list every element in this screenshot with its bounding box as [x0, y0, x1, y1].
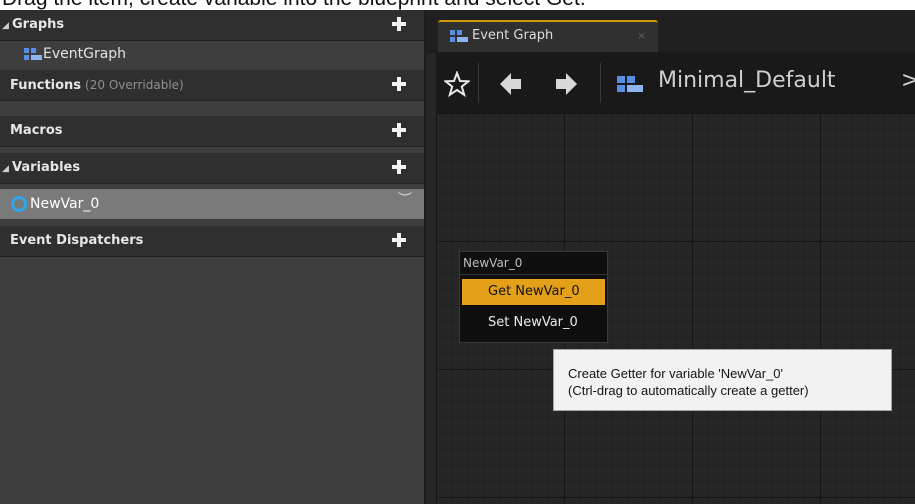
functions-section-header[interactable]: Functions (20 Overridable) — [0, 70, 424, 101]
add-event-dispatcher-button[interactable] — [392, 233, 406, 247]
back-arrow-icon[interactable] — [499, 72, 523, 96]
event-dispatchers-label: Event Dispatchers — [10, 233, 144, 248]
getter-tooltip: Create Getter for variable 'NewVar_0' (C… — [553, 349, 892, 411]
toolbar-separator — [478, 63, 479, 103]
instruction-caption: Drag the item, create variable into the … — [0, 0, 915, 10]
functions-label: Functions — [10, 78, 82, 93]
star-icon[interactable] — [444, 71, 470, 97]
macros-section-header[interactable]: Macros — [0, 116, 424, 147]
toolbar-separator — [600, 63, 601, 103]
tooltip-line-1: Create Getter for variable 'NewVar_0' — [568, 366, 783, 381]
tooltip-line-2: (Ctrl-drag to automatically create a get… — [568, 383, 809, 398]
chevron-down-icon[interactable]: ︶ — [398, 185, 412, 215]
collapse-triangle-icon: ◢ — [2, 164, 9, 174]
tab-event-graph[interactable]: Event Graph × — [438, 20, 658, 52]
tab-label: Event Graph — [472, 28, 554, 43]
variable-drop-menu: NewVar_0 Get NewVar_0 Set NewVar_0 — [459, 251, 608, 343]
add-function-button[interactable] — [392, 77, 406, 91]
tree-item-eventgraph[interactable]: EventGraph — [0, 41, 424, 67]
graph-toolbar: Minimal_Default > — [436, 53, 915, 113]
event-graph-icon — [24, 48, 42, 60]
add-variable-button[interactable] — [392, 160, 406, 174]
graphs-section-header[interactable]: ◢ Graphs — [0, 10, 424, 41]
menu-item-get[interactable]: Get NewVar_0 — [462, 279, 605, 305]
variable-item-newvar-0[interactable]: NewVar_0 ︶ — [0, 189, 424, 219]
forward-arrow-icon[interactable] — [554, 72, 578, 96]
add-macro-button[interactable] — [392, 123, 406, 137]
collapse-triangle-icon: ◢ — [2, 21, 9, 31]
graphs-label: Graphs — [12, 17, 65, 32]
tab-strip: Event Graph × — [426, 10, 915, 52]
my-blueprint-panel: ◢ Graphs EventGraph Functions (20 Overrida… — [0, 10, 426, 504]
event-graph-icon — [450, 30, 468, 42]
editor-frame — [426, 53, 436, 504]
variables-section-header[interactable]: ◢ Variables — [0, 153, 424, 184]
overridable-count: (20 Overridable) — [85, 78, 184, 92]
add-graph-button[interactable] — [392, 17, 406, 31]
graph-breadcrumb-icon — [617, 76, 643, 92]
breadcrumb-blueprint[interactable]: Minimal_Default — [658, 68, 836, 93]
event-dispatchers-section-header[interactable]: Event Dispatchers — [0, 226, 424, 257]
eventgraph-label: EventGraph — [43, 46, 127, 62]
tab-close-icon[interactable]: × — [637, 22, 646, 50]
menu-item-set[interactable]: Set NewVar_0 — [462, 310, 605, 336]
breadcrumb-arrow-icon: > — [901, 68, 915, 93]
variable-label: NewVar_0 — [30, 196, 100, 212]
menu-divider — [460, 274, 607, 275]
macros-label: Macros — [10, 123, 63, 138]
variable-pin-icon — [11, 196, 27, 212]
variables-label: Variables — [12, 160, 81, 175]
menu-title: NewVar_0 — [463, 256, 523, 270]
